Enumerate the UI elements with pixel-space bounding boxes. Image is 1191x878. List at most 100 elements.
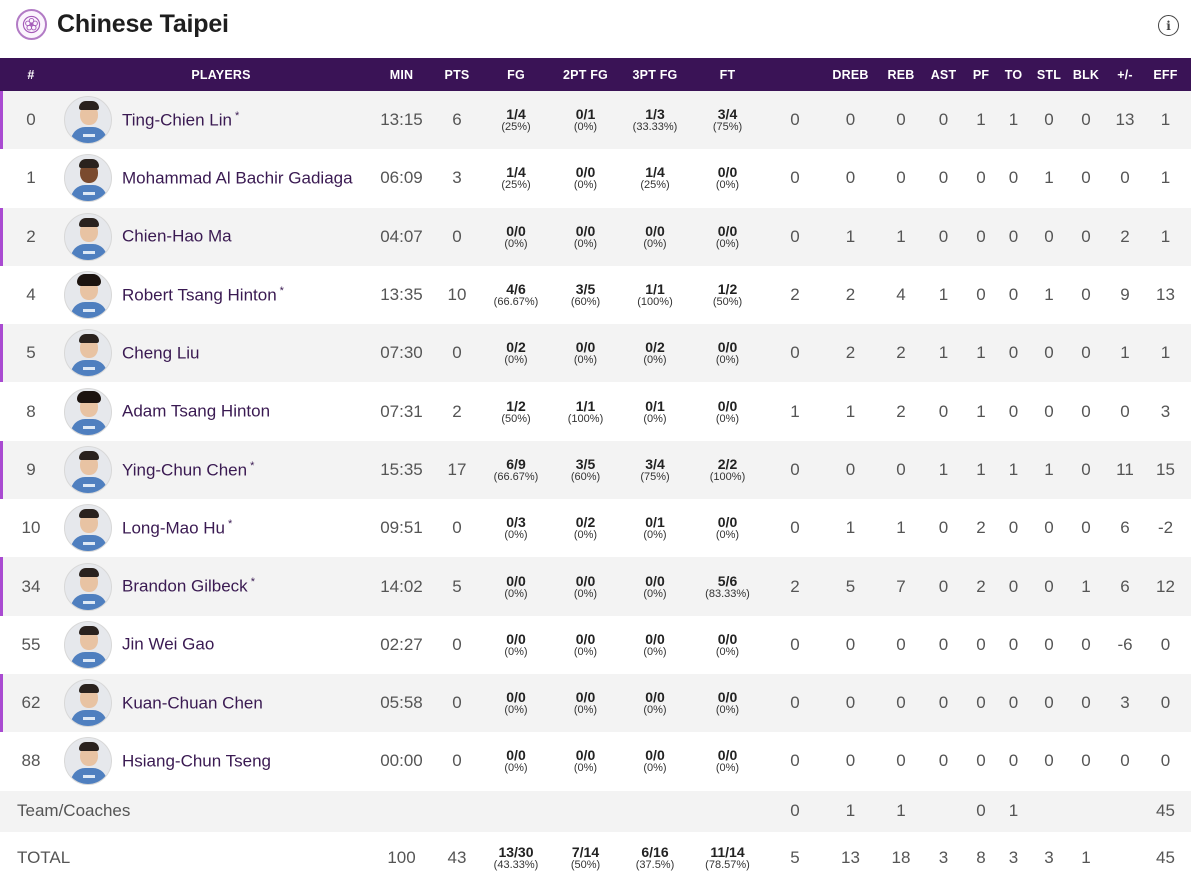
pts-cell: 5 bbox=[452, 576, 462, 596]
col-header-reb[interactable]: REB bbox=[886, 58, 916, 91]
player-avatar[interactable] bbox=[64, 620, 112, 669]
col-header-fg[interactable]: FG bbox=[491, 58, 541, 91]
player-avatar[interactable] bbox=[64, 96, 112, 145]
player-cell: Jin Wei Gao bbox=[62, 616, 380, 674]
info-circle-icon[interactable]: i bbox=[1158, 15, 1179, 36]
col-header-ast[interactable]: AST bbox=[916, 58, 971, 91]
to-cell: 0 bbox=[1008, 518, 1019, 538]
player-name: Brandon Gilbeck bbox=[122, 576, 248, 596]
player-name-link[interactable]: Ting-Chien Lin * bbox=[122, 110, 239, 131]
pf-cell: 0 bbox=[976, 693, 986, 713]
reb-cell: 0 bbox=[896, 168, 906, 188]
no-cell: 1 bbox=[26, 168, 36, 188]
player-name-link[interactable]: Chien-Hao Ma bbox=[122, 226, 235, 247]
fg3-cell: 0/0 (0%) bbox=[630, 616, 680, 674]
fg-made: 0/0 bbox=[506, 747, 526, 764]
ft-made: 0/0 bbox=[717, 747, 738, 764]
starter-mark: * bbox=[228, 517, 233, 530]
col-header-dreb[interactable]: DREB bbox=[815, 58, 886, 91]
pm-cell: 9 bbox=[1120, 285, 1130, 305]
player-name-link[interactable]: Robert Tsang Hinton * bbox=[122, 285, 284, 306]
min-cell: 07:30 bbox=[380, 343, 423, 363]
ft-made: 0/0 bbox=[717, 397, 738, 414]
fg-made: 0/0 bbox=[506, 630, 526, 647]
player-avatar[interactable] bbox=[64, 504, 112, 553]
fg-pct: (25%) bbox=[501, 179, 531, 192]
pf-cell: 0 bbox=[976, 168, 986, 188]
player-avatar[interactable] bbox=[64, 387, 112, 436]
to-cell: 0 bbox=[1008, 576, 1019, 596]
pts-cell: 0 bbox=[452, 751, 462, 771]
fg-pct: (0%) bbox=[504, 645, 528, 658]
min-cell: 14:02 bbox=[380, 576, 423, 596]
col-header-number[interactable]: # bbox=[0, 58, 62, 91]
col-header-blk[interactable]: BLK bbox=[1062, 58, 1110, 91]
eff-cell: 1 bbox=[1160, 168, 1171, 188]
player-name: Jin Wei Gao bbox=[122, 635, 215, 655]
player-avatar[interactable] bbox=[64, 679, 112, 728]
blk-cell: 0 bbox=[1081, 518, 1091, 538]
player-name-link[interactable]: Cheng Liu bbox=[122, 343, 203, 364]
fg2-made: 0/0 bbox=[575, 222, 596, 239]
player-avatar[interactable] bbox=[64, 562, 112, 611]
player-name-link[interactable]: Long-Mao Hu * bbox=[122, 518, 232, 539]
dreb-cell: 0 bbox=[845, 110, 856, 130]
player-cell: Hsiang-Chun Tseng bbox=[62, 732, 380, 790]
dreb-cell: 0 bbox=[845, 751, 856, 771]
starter-mark: * bbox=[250, 576, 255, 589]
col-header-stl[interactable]: STL bbox=[1036, 58, 1062, 91]
player-name-link[interactable]: Ying-Chun Chen * bbox=[122, 460, 254, 481]
fg3-pct: (0%) bbox=[643, 412, 667, 425]
col-header-players[interactable]: PLAYERS bbox=[62, 58, 380, 91]
table-row: 5 Cheng Liu 07:30 0 0/2 (0%) 0/0 (0%) 0/2 (0%) 0/0… bbox=[0, 324, 1191, 383]
eff-cell: 1 bbox=[1160, 226, 1171, 246]
col-header-oreb[interactable] bbox=[775, 58, 815, 91]
total-fg2-pct: (50%) bbox=[570, 858, 601, 871]
eff-cell: 0 bbox=[1160, 634, 1171, 654]
player-name-link[interactable]: Mohammad Al Bachir Gadiaga bbox=[122, 168, 356, 189]
player-avatar[interactable] bbox=[64, 445, 112, 494]
fg2-made: 0/0 bbox=[575, 747, 596, 764]
table-row: 62 Kuan-Chuan Chen 05:58 0 0/0 (0%) 0/0 (0%) 0/0… bbox=[0, 673, 1191, 733]
col-header-eff[interactable]: EFF bbox=[1140, 58, 1191, 91]
player-name-link[interactable]: Brandon Gilbeck * bbox=[122, 576, 255, 597]
ft-cell: 5/6 (83.33%) bbox=[680, 557, 775, 615]
player-name-link[interactable]: Jin Wei Gao bbox=[122, 634, 217, 655]
player-avatar[interactable] bbox=[64, 154, 112, 203]
oreb-cell: 2 bbox=[790, 285, 800, 305]
team-header: Chinese Taipei i bbox=[0, 0, 1191, 58]
player-name-link[interactable]: Adam Tsang Hinton bbox=[122, 401, 273, 422]
player-avatar[interactable] bbox=[64, 212, 112, 261]
player-avatar[interactable] bbox=[64, 737, 112, 786]
total-stl: 3 bbox=[1044, 847, 1054, 867]
dreb-cell: 5 bbox=[845, 576, 856, 596]
reb-cell: 1 bbox=[896, 518, 906, 538]
col-header-ft[interactable]: FT bbox=[680, 58, 775, 91]
fg2-made: 0/0 bbox=[575, 339, 596, 356]
dreb-cell: 1 bbox=[845, 226, 856, 246]
ast-cell: 0 bbox=[938, 168, 949, 188]
col-header-to[interactable]: TO bbox=[991, 58, 1036, 91]
col-header-plus-minus[interactable]: +/- bbox=[1110, 58, 1140, 91]
fg3-pct: (0%) bbox=[643, 704, 667, 717]
col-header-pf[interactable]: PF bbox=[971, 58, 991, 91]
player-name-link[interactable]: Kuan-Chuan Chen bbox=[122, 693, 266, 714]
player-avatar[interactable] bbox=[64, 329, 112, 378]
oreb-cell: 0 bbox=[790, 168, 800, 188]
col-header-2pt-fg[interactable]: 2PT FG bbox=[541, 58, 630, 91]
table-row: 9 Ying-Chun Chen * 15:35 17 6/9 (66.67%) 3/5 (60… bbox=[0, 440, 1191, 500]
ft-pct: (0%) bbox=[715, 762, 740, 775]
col-header-min[interactable]: MIN bbox=[380, 58, 423, 91]
min-cell: 13:35 bbox=[380, 285, 423, 305]
player-name-link[interactable]: Hsiang-Chun Tseng bbox=[122, 751, 274, 772]
fg2-cell: 0/0 (0%) bbox=[541, 208, 630, 266]
fg-cell: 1/4 (25%) bbox=[491, 91, 541, 149]
oreb-cell: 0 bbox=[790, 693, 800, 713]
col-header-3pt-fg[interactable]: 3PT FG bbox=[630, 58, 680, 91]
fg2-cell: 0/0 (0%) bbox=[541, 324, 630, 382]
player-avatar[interactable] bbox=[64, 271, 112, 320]
fg3-pct: (75%) bbox=[640, 470, 670, 483]
fg-pct: (0%) bbox=[504, 762, 528, 775]
col-header-pts[interactable]: PTS bbox=[423, 58, 491, 91]
to-cell: 0 bbox=[1008, 343, 1019, 363]
